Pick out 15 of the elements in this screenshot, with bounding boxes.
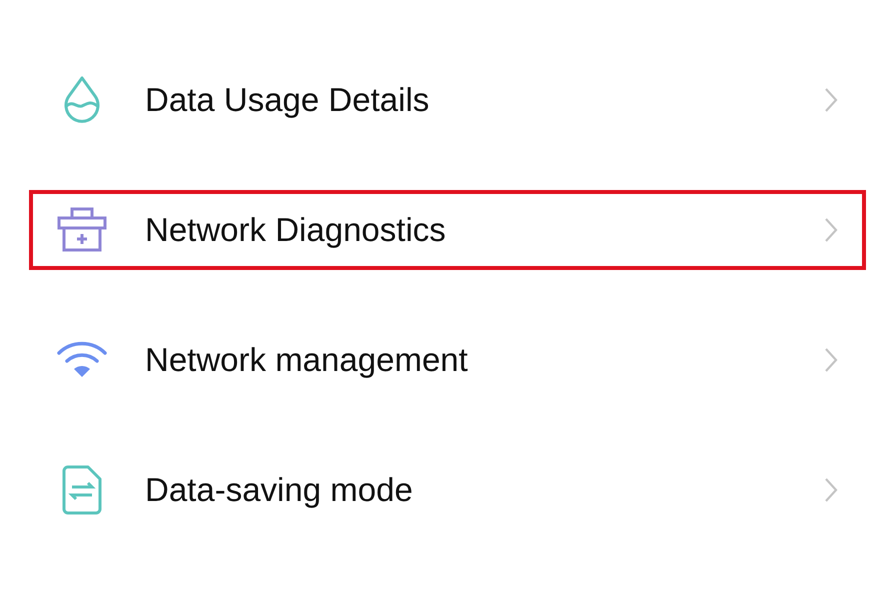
item-label: Data Usage Details	[145, 81, 430, 119]
item-label: Network Diagnostics	[145, 211, 447, 249]
settings-item[interactable]: Data Usage Details	[29, 60, 866, 140]
settings-item[interactable]: Network Diagnostics	[29, 190, 866, 270]
item-label: Network management	[145, 341, 469, 379]
chevron-icon	[824, 347, 838, 373]
chevron-icon	[824, 217, 838, 243]
chevron-icon	[824, 477, 838, 503]
item-label: Data-saving mode	[145, 471, 414, 509]
wifi-icon	[56, 340, 108, 380]
chevron-icon	[824, 87, 838, 113]
settings-item[interactable]: Data-saving mode	[29, 450, 866, 530]
document-icon	[62, 465, 102, 515]
settings-item[interactable]: Network management	[29, 320, 866, 400]
toolbox-icon	[56, 207, 108, 253]
